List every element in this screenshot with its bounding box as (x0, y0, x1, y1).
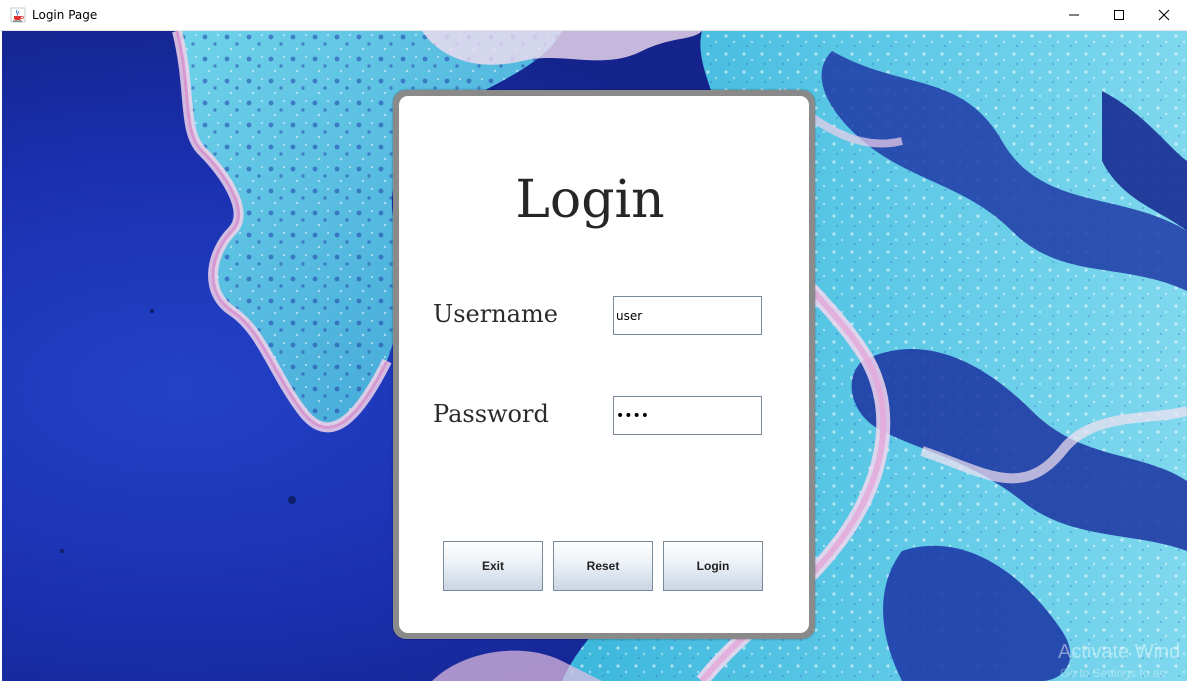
reset-button[interactable]: Reset (553, 541, 653, 591)
username-input[interactable] (613, 296, 762, 335)
maximize-button[interactable] (1096, 0, 1142, 30)
minimize-button[interactable] (1051, 0, 1097, 30)
activation-watermark: Activate Wind (1058, 641, 1181, 663)
window-title: Login Page (32, 8, 98, 22)
exit-button[interactable]: Exit (443, 541, 543, 591)
login-button[interactable]: Login (663, 541, 763, 591)
username-label: Username (433, 300, 558, 328)
password-input[interactable] (613, 396, 762, 435)
close-icon (1158, 9, 1170, 21)
java-cup-icon (10, 7, 26, 23)
close-button[interactable] (1141, 0, 1187, 30)
password-label: Password (433, 400, 549, 428)
title-bar[interactable]: Login Page (0, 0, 1187, 31)
activation-watermark-subtext: Go to Settings to ac (1060, 666, 1166, 680)
login-window: Login Page Login Username user Password … (0, 0, 1187, 683)
maximize-icon (1114, 10, 1124, 20)
minimize-icon (1069, 14, 1079, 16)
login-heading: Login (515, 170, 665, 230)
